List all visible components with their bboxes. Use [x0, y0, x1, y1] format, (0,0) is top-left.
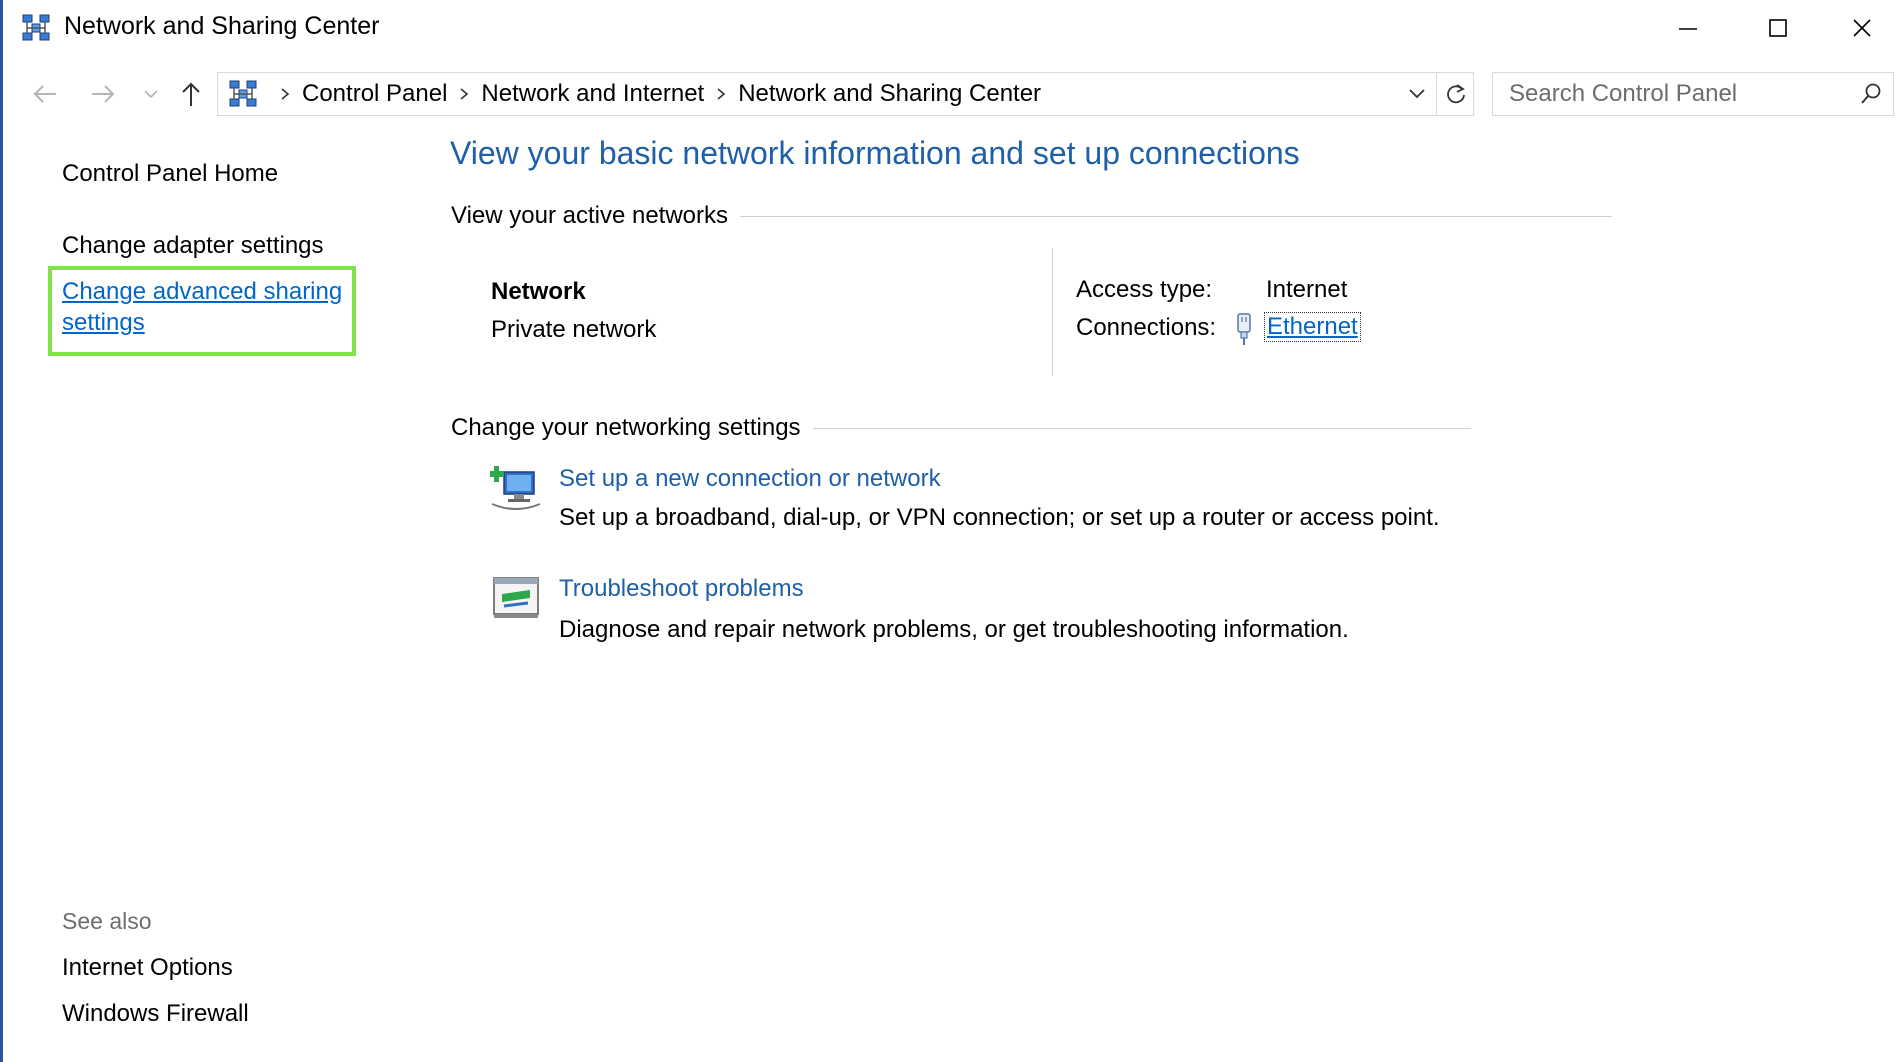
minimize-button[interactable]	[1643, 0, 1733, 56]
connections-label: Connections:	[1076, 314, 1217, 341]
change-adapter-settings-link[interactable]: Change adapter settings	[62, 232, 324, 260]
close-icon	[1853, 19, 1871, 37]
back-button[interactable]	[23, 70, 67, 118]
search-icon[interactable]	[1855, 79, 1887, 109]
change-settings-heading: Change your networking settings	[451, 414, 1471, 442]
change-advanced-sharing-settings-link[interactable]: Change advanced sharing settings	[62, 276, 352, 338]
section-divider	[812, 427, 1471, 429]
access-type-value: Internet	[1266, 276, 1348, 303]
troubleshoot-problems-description: Diagnose and repair network problems, or…	[559, 616, 1349, 643]
close-button[interactable]	[1823, 0, 1901, 56]
title-bar: Network and Sharing Center	[3, 0, 1901, 56]
minimize-icon	[1679, 28, 1697, 30]
section-divider	[740, 215, 1613, 217]
troubleshoot-problems-link[interactable]: Troubleshoot problems	[559, 575, 804, 603]
see-also-label: See also	[62, 908, 152, 934]
address-bar[interactable]: Control Panel Network and Internet Netwo…	[217, 72, 1474, 116]
breadcrumb-network-and-sharing-center[interactable]: Network and Sharing Center	[738, 80, 1041, 108]
ethernet-connection-link[interactable]: Ethernet	[1264, 312, 1361, 342]
left-navigation-pane: Control Panel Home Change adapter settin…	[3, 120, 423, 1060]
page-title: View your basic network information and …	[450, 135, 1300, 171]
main-content: View your basic network information and …	[450, 120, 1890, 1060]
up-button[interactable]	[171, 70, 211, 118]
setup-new-connection-link[interactable]: Set up a new connection or network	[559, 465, 941, 493]
active-networks-heading: View your active networks	[451, 202, 1613, 230]
navigation-bar: Control Panel Network and Internet Netwo…	[3, 70, 1901, 118]
network-location-icon	[229, 80, 257, 107]
chevron-down-icon	[144, 90, 158, 99]
maximize-button[interactable]	[1733, 0, 1823, 56]
arrow-left-icon	[33, 85, 56, 103]
maximize-icon	[1769, 19, 1787, 37]
network-divider	[1052, 248, 1053, 376]
arrow-right-icon	[92, 85, 115, 103]
breadcrumb-control-panel[interactable]: Control Panel	[302, 80, 447, 108]
address-dropdown-button[interactable]	[1398, 73, 1436, 115]
control-panel-home-link[interactable]: Control Panel Home	[62, 160, 278, 188]
network-sharing-center-window: Network and Sharing Center Control Panel…	[0, 0, 1901, 1062]
change-settings-heading-text: Change your networking settings	[451, 414, 801, 441]
internet-options-link[interactable]: Internet Options	[62, 954, 233, 982]
refresh-icon	[1446, 84, 1465, 104]
chevron-down-icon	[1409, 89, 1425, 99]
breadcrumb: Control Panel Network and Internet Netwo…	[268, 73, 1041, 115]
chevron-right-icon[interactable]	[280, 87, 290, 101]
active-networks-heading-text: View your active networks	[451, 202, 729, 229]
arrow-up-icon	[182, 82, 200, 106]
breadcrumb-network-and-internet[interactable]: Network and Internet	[481, 80, 704, 108]
window-title: Network and Sharing Center	[64, 12, 380, 40]
network-type: Private network	[491, 316, 657, 343]
chevron-right-icon[interactable]	[459, 87, 469, 101]
network-app-icon	[22, 14, 50, 41]
chevron-right-icon[interactable]	[716, 87, 726, 101]
search-input[interactable]	[1493, 73, 1853, 115]
forward-button[interactable]	[81, 70, 125, 118]
access-type-label: Access type:	[1076, 276, 1213, 303]
windows-firewall-link[interactable]: Windows Firewall	[62, 1000, 249, 1028]
search-box[interactable]	[1492, 72, 1894, 116]
new-connection-icon	[490, 466, 541, 510]
setup-new-connection-description: Set up a broadband, dial-up, or VPN conn…	[559, 504, 1440, 531]
recent-locations-button[interactable]	[137, 70, 165, 118]
troubleshoot-icon	[493, 577, 539, 618]
ethernet-icon	[1237, 313, 1251, 345]
network-name: Network	[491, 278, 586, 305]
refresh-button[interactable]	[1436, 73, 1474, 115]
